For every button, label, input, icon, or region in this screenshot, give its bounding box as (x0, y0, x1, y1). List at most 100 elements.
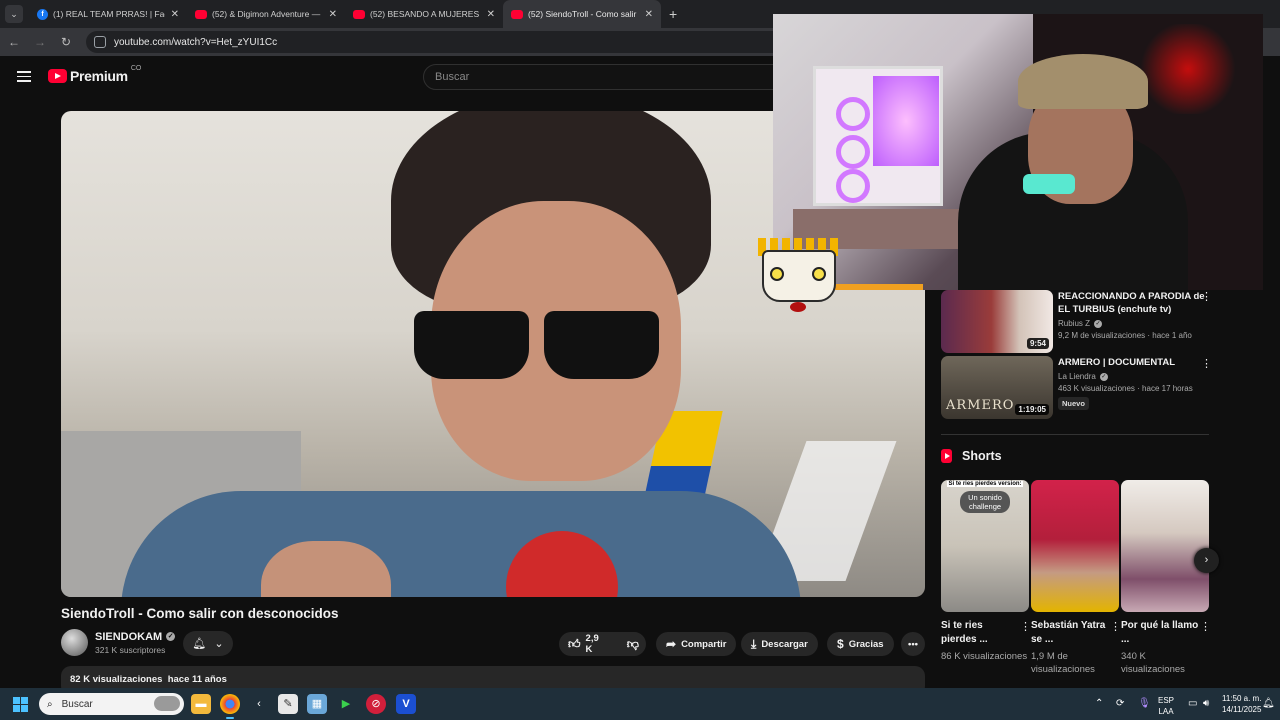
recommendation-views: 463 K visualizaciones · hace 17 horas (1058, 384, 1193, 393)
file-explorer-icon[interactable]: ▬ (191, 694, 211, 714)
more-vert-icon[interactable]: ⋮ (1110, 620, 1121, 633)
url-field[interactable]: youtube.com/watch?v=Het_zYUI1Cc (86, 31, 786, 53)
menu-icon[interactable] (17, 71, 31, 82)
verified-icon: ✓ (1099, 372, 1108, 381)
more-actions-button[interactable]: ••• (901, 632, 925, 656)
tab-title: (52) SiendoTroll - Como salir con descon… (528, 9, 639, 19)
tray-overflow-icon[interactable]: ⌃ (1095, 698, 1103, 709)
more-vert-icon[interactable]: ⋮ (1200, 620, 1211, 633)
recommendation-item[interactable]: 9:54 REACCIONANDO A PARODIA de EL TURBIU… (941, 290, 1208, 353)
search-icon: ⌕ (47, 698, 53, 710)
bell-icon: 🔔︎ (192, 638, 207, 650)
screen: { "browser": { "tabs": [ {"title": "(1) … (0, 0, 1280, 720)
recommendation-channel[interactable]: La Liendra (1058, 372, 1096, 381)
video-thumbnail[interactable]: ARMERO 1:19:05 (941, 356, 1053, 419)
video-title: SiendoTroll - Como salir con desconocido… (61, 606, 339, 621)
back-arrow-app-icon[interactable]: ‹ (249, 694, 269, 714)
webcam-microphone (1023, 174, 1075, 194)
video-thumbnail[interactable]: 9:54 (941, 290, 1053, 353)
like-button[interactable]: 👍︎ 2,9 K (559, 632, 608, 656)
play-app-icon[interactable]: ▶ (336, 694, 356, 714)
forward-icon[interactable]: → (28, 35, 52, 49)
thanks-button[interactable]: $ Gracias (827, 632, 894, 656)
vivaldi-like-icon[interactable]: ⊘ (366, 694, 386, 714)
recommendation-item[interactable]: ARMERO 1:19:05 ARMERO | DOCUMENTAL La Li… (941, 356, 1208, 419)
taskbar-search[interactable]: ⌕ Buscar (39, 693, 184, 715)
network-icon[interactable]: ▭ (1188, 698, 1197, 709)
channel-block: SIENDOKAM ✓ 321 K suscriptores (61, 629, 176, 656)
reload-icon[interactable]: ↻ (54, 35, 78, 49)
short-item[interactable]: Por qué la llamo ... 340 K visualizacion… (1121, 480, 1211, 676)
taskbar-search-text: Buscar (61, 698, 93, 710)
tray-mic-icon[interactable]: 🎙︎ (1138, 698, 1151, 709)
clock[interactable]: 11:50 a. m. 14/11/2025 (1222, 693, 1261, 715)
paint-app-icon[interactable]: ✎ (278, 694, 298, 714)
webcam-neon-light (873, 76, 939, 166)
tab-title: (1) REAL TEAM PRRAS! | Facebook (53, 9, 165, 19)
notifications-button[interactable]: 🔔︎ ⌄ (183, 631, 233, 656)
tab-title: (52) & Digimon Adventure — Butter-Fly (212, 9, 323, 19)
search-input[interactable]: Buscar (423, 64, 783, 90)
notifications-icon[interactable]: 🔔︎ (1262, 698, 1275, 709)
site-info-icon[interactable] (94, 36, 106, 48)
windows-start-icon[interactable] (13, 697, 28, 712)
recommendation-channel[interactable]: Rubius Z (1058, 319, 1090, 328)
short-item[interactable]: Si te ries pierdes version: Un sonido ch… (941, 480, 1031, 663)
shorts-icon (941, 449, 952, 463)
tab-close-icon[interactable]: ✕ (329, 9, 337, 20)
short-thumbnail[interactable] (1031, 480, 1119, 612)
short-title[interactable]: Sebastián Yatra se ... (1031, 619, 1109, 647)
youtube-icon (195, 9, 207, 19)
tab-title: (52) BESANDO A MUJERES DESCONOCIDAS (370, 9, 481, 19)
tab-besando[interactable]: (52) BESANDO A MUJERES DESCONOCIDAS ✕ (345, 0, 503, 28)
short-views: 340 K visualizaciones (1121, 651, 1185, 675)
youtube-logo[interactable]: Premium CO (48, 64, 142, 84)
calculator-icon[interactable]: ▦ (307, 694, 327, 714)
share-button[interactable]: ➦ Compartir (656, 632, 737, 656)
more-vert-icon[interactable]: ⋮ (1201, 290, 1212, 303)
youtube-icon (353, 9, 365, 19)
thumbs-down-icon: 👎︎ (626, 636, 639, 651)
chrome-icon[interactable] (220, 694, 240, 719)
short-thumbnail[interactable]: Si te ries pierdes version: Un sonido ch… (941, 480, 1029, 612)
tab-digimon[interactable]: (52) & Digimon Adventure — Butter-Fly ✕ (187, 0, 345, 28)
webcam-overlay (773, 14, 1263, 290)
channel-name[interactable]: SIENDOKAM (95, 631, 162, 643)
thanks-label: Gracias (848, 638, 884, 650)
more-vert-icon[interactable]: ⋮ (1201, 357, 1212, 370)
language-indicator[interactable]: ESP LAA (1158, 695, 1174, 717)
short-views: 1,9 M de visualizaciones (1031, 651, 1095, 675)
short-item[interactable]: Sebastián Yatra se ... 1,9 M de visualiz… (1031, 480, 1121, 676)
back-icon[interactable]: ← (2, 35, 26, 49)
channel-avatar[interactable] (61, 629, 88, 656)
tab-close-icon[interactable]: ✕ (171, 9, 179, 20)
tab-close-icon[interactable]: ✕ (487, 9, 495, 20)
short-title[interactable]: Si te ries pierdes ... (941, 619, 1019, 647)
clock-date: 14/11/2025 (1222, 705, 1262, 714)
tab-close-icon[interactable]: ✕ (645, 9, 653, 20)
recommendation-title[interactable]: ARMERO | DOCUMENTAL (1058, 356, 1208, 369)
short-overlay: Si te ries pierdes version: Un sonido ch… (947, 480, 1023, 513)
tab-search-chevron-icon[interactable]: ⌄ (5, 5, 23, 23)
tab-siendotroll[interactable]: (52) SiendoTroll - Como salir con descon… (503, 0, 661, 28)
short-thumbnail[interactable] (1121, 480, 1209, 612)
duration-badge: 9:54 (1026, 338, 1049, 349)
tray-sync-icon[interactable]: ⟳ (1116, 698, 1124, 709)
more-vert-icon[interactable]: ⋮ (1020, 620, 1031, 633)
subscriber-count: 321 K suscriptores (95, 644, 166, 655)
upload-age: hace 11 años (167, 674, 227, 685)
v-app-icon[interactable]: V (396, 694, 416, 714)
youtube-icon (511, 9, 523, 19)
tab-facebook[interactable]: f (1) REAL TEAM PRRAS! | Facebook ✕ (29, 0, 187, 28)
duration-badge: 1:19:05 (1015, 404, 1049, 415)
volume-icon[interactable]: 🔊︎ (1203, 698, 1209, 709)
recommendation-title[interactable]: REACCIONANDO A PARODIA de EL TURBIUS (en… (1058, 290, 1208, 316)
sidebar-divider (941, 434, 1209, 435)
new-tab-button[interactable]: + (669, 6, 677, 22)
logo-country: CO (130, 64, 142, 72)
dislike-button[interactable]: 👎︎ (618, 632, 648, 656)
verified-icon: ✓ (1094, 319, 1103, 328)
shorts-next-button[interactable]: › (1194, 548, 1219, 573)
short-title[interactable]: Por qué la llamo ... (1121, 619, 1199, 647)
download-button[interactable]: ⤓ Descargar (741, 632, 818, 656)
